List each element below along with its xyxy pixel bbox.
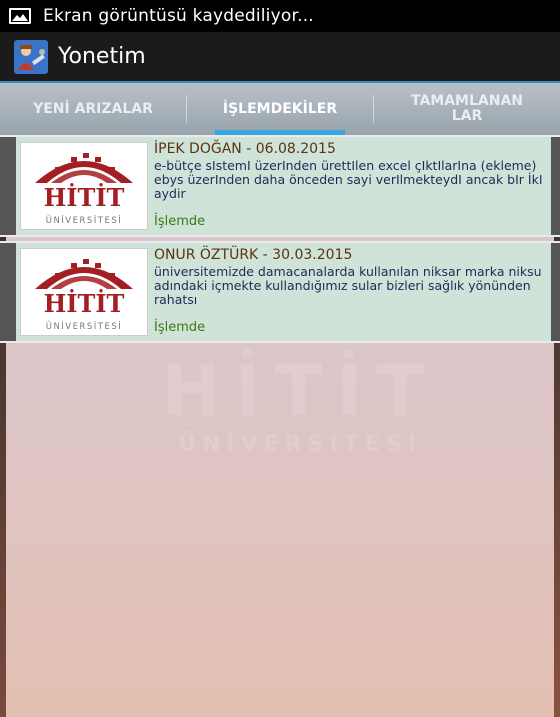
logo-subtext: ÜNİVERSİTESİ bbox=[46, 215, 123, 226]
tab-bar: YENİ ARIZALAR İŞLEMDEKİLER TAMAMLANANLAR bbox=[0, 83, 560, 135]
item-edge bbox=[0, 243, 16, 341]
list-item[interactable]: HİTİT ÜNİVERSİTESİ İPEK DOĞAN - 06.08.20… bbox=[0, 135, 560, 237]
item-status: İşlemde bbox=[154, 320, 206, 335]
list-item[interactable]: HİTİT ÜNİVERSİTESİ ONUR ÖZTÜRK - 30.03.2… bbox=[0, 241, 560, 343]
app-title: Yonetim bbox=[58, 44, 146, 69]
watermark-sub: ÜNİVERSİTESİ bbox=[178, 432, 422, 457]
item-description: e-bütçe sIstemI üzerInden ürettIlen exce… bbox=[154, 158, 543, 201]
tab-in-progress[interactable]: İŞLEMDEKİLER bbox=[187, 83, 373, 135]
logo-subtext: ÜNİVERSİTESİ bbox=[46, 321, 123, 332]
item-title: ONUR ÖZTÜRK - 30.03.2015 bbox=[154, 247, 353, 263]
status-bar: Ekran görüntüsü kaydediliyor... bbox=[0, 0, 560, 32]
fault-list: HİTİT ÜNİVERSİTESİ İPEK DOĞAN - 06.08.20… bbox=[0, 135, 560, 347]
item-status: İşlemde bbox=[154, 214, 206, 229]
content-area: HİTİT ÜNİVERSİTESİ HİTİT ÜNİVERSİTESİ İP… bbox=[0, 135, 560, 717]
tab-label: TAMAMLANANLAR bbox=[410, 93, 524, 124]
status-text: Ekran görüntüsü kaydediliyor... bbox=[43, 6, 314, 26]
tab-completed[interactable]: TAMAMLANANLAR bbox=[374, 83, 560, 135]
hitit-logo: HİTİT ÜNİVERSİTESİ bbox=[20, 248, 148, 336]
item-edge bbox=[0, 137, 16, 235]
app-icon[interactable] bbox=[14, 39, 48, 74]
item-description: üniversitemizde damacanalarda kullanılan… bbox=[154, 264, 542, 307]
tab-label: İŞLEMDEKİLER bbox=[222, 100, 338, 117]
screenshot-icon bbox=[9, 8, 31, 24]
watermark-name: HİTİT bbox=[161, 350, 439, 432]
action-bar: Yonetim bbox=[0, 32, 560, 83]
hitit-logo: HİTİT ÜNİVERSİTESİ bbox=[20, 142, 148, 230]
logo-text: HİTİT bbox=[44, 289, 125, 318]
logo-text: HİTİT bbox=[44, 183, 125, 212]
tab-label: YENİ ARIZALAR bbox=[33, 100, 153, 117]
tab-new-faults[interactable]: YENİ ARIZALAR bbox=[0, 83, 186, 135]
item-title: İPEK DOĞAN - 06.08.2015 bbox=[154, 141, 336, 157]
background-logo-watermark: HİTİT ÜNİVERSİTESİ bbox=[150, 350, 450, 457]
